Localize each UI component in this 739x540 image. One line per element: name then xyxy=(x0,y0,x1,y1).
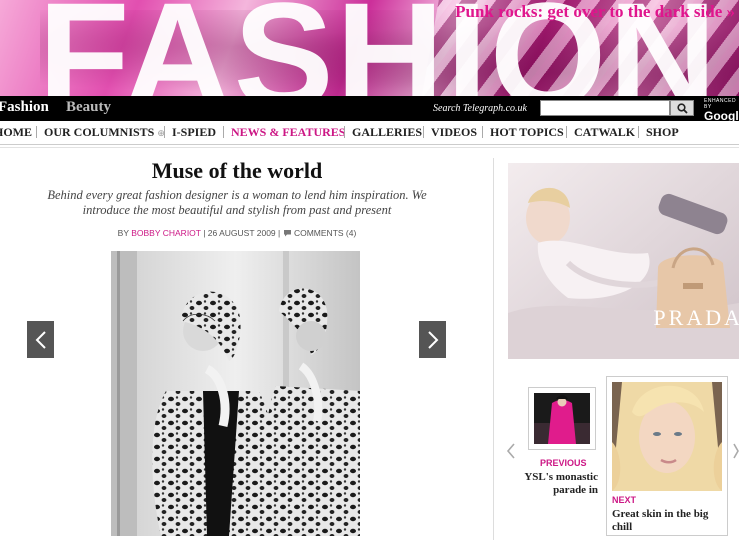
prada-advertisement[interactable]: PRADA xyxy=(508,163,739,359)
column-divider xyxy=(493,158,494,540)
leopard-coat-photo xyxy=(111,251,360,536)
article-title: Muse of the world xyxy=(151,158,323,183)
next-label: NEXT xyxy=(612,495,637,505)
main-nav: HOME OUR COLUMNISTS ⊕ I-SPIED NEWS & FEA… xyxy=(0,121,739,145)
next-story-link[interactable]: Great skin in the big chill xyxy=(612,508,722,534)
chevron-left-icon xyxy=(35,330,46,349)
search-label: Search Telegraph.co.uk xyxy=(433,103,527,114)
byline-prefix: BY xyxy=(117,228,129,238)
nav-divider xyxy=(223,126,224,138)
chevron-right-icon xyxy=(427,330,438,349)
ad-brand-logo: PRADA xyxy=(653,305,739,330)
google-enhanced-badge: ENHANCED BY Google xyxy=(704,98,739,122)
nav-our-columnists-label: OUR COLUMNISTS xyxy=(44,125,155,139)
chevron-left-icon xyxy=(506,443,515,459)
nav-videos[interactable]: VIDEOS xyxy=(431,125,477,140)
nav-divider xyxy=(36,126,37,138)
nav-home[interactable]: HOME xyxy=(0,125,32,140)
section-tabs-bar: Fashion Beauty Search Telegraph.co.uk EN… xyxy=(0,96,739,122)
tab-fashion[interactable]: Fashion xyxy=(0,99,49,116)
nav-divider xyxy=(566,126,567,138)
nav-shop[interactable]: SHOP xyxy=(646,125,679,140)
nav-galleries[interactable]: GALLERIES xyxy=(352,125,422,140)
publish-date: 26 AUGUST 2009 xyxy=(207,228,276,238)
previous-story-thumbnail[interactable] xyxy=(528,387,596,450)
gallery-photo xyxy=(111,251,360,536)
ysl-thumbnail-image xyxy=(534,393,590,444)
comment-icon xyxy=(283,230,291,237)
nav-divider xyxy=(423,126,424,138)
nav-divider xyxy=(482,126,483,138)
nav-catwalk[interactable]: CATWALK xyxy=(574,125,635,140)
gallery-next-button[interactable] xyxy=(419,321,446,358)
carousel-prev-button[interactable] xyxy=(506,442,516,465)
article-standfirst: Behind every great fashion designer is a… xyxy=(47,188,427,217)
masthead-banner: FASHION Punk rocks: get over to the dark… xyxy=(0,0,739,96)
nav-i-spied[interactable]: I-SPIED xyxy=(172,125,216,140)
carousel-next-button[interactable] xyxy=(733,442,739,465)
search-button[interactable] xyxy=(670,100,694,116)
tab-beauty[interactable]: Beauty xyxy=(66,99,111,116)
nav-our-columnists[interactable]: OUR COLUMNISTS ⊕ xyxy=(44,125,165,140)
magnifier-icon xyxy=(676,102,688,114)
chevron-right-icon xyxy=(733,443,739,459)
previous-story-link[interactable]: YSL's monastic parade in xyxy=(518,471,598,497)
nav-divider xyxy=(344,126,345,138)
blonde-model-thumbnail xyxy=(612,382,722,491)
comments-link[interactable]: COMMENTS (4) xyxy=(294,228,356,238)
nav-hot-topics[interactable]: HOT TOPICS xyxy=(490,125,564,140)
nav-underline xyxy=(0,147,739,148)
byline: BY BOBBY CHARIOT | 26 AUGUST 2009 | COMM… xyxy=(117,228,357,238)
previous-label: PREVIOUS xyxy=(540,458,587,468)
nav-divider xyxy=(638,126,639,138)
promo-link[interactable]: Punk rocks: get over to the dark side » xyxy=(455,2,735,22)
search-input[interactable] xyxy=(540,100,670,116)
gallery-prev-button[interactable] xyxy=(27,321,54,358)
author-link[interactable]: BOBBY CHARIOT xyxy=(131,228,201,238)
nav-divider xyxy=(164,126,165,138)
nav-news-features[interactable]: NEWS & FEATURES xyxy=(231,125,345,140)
